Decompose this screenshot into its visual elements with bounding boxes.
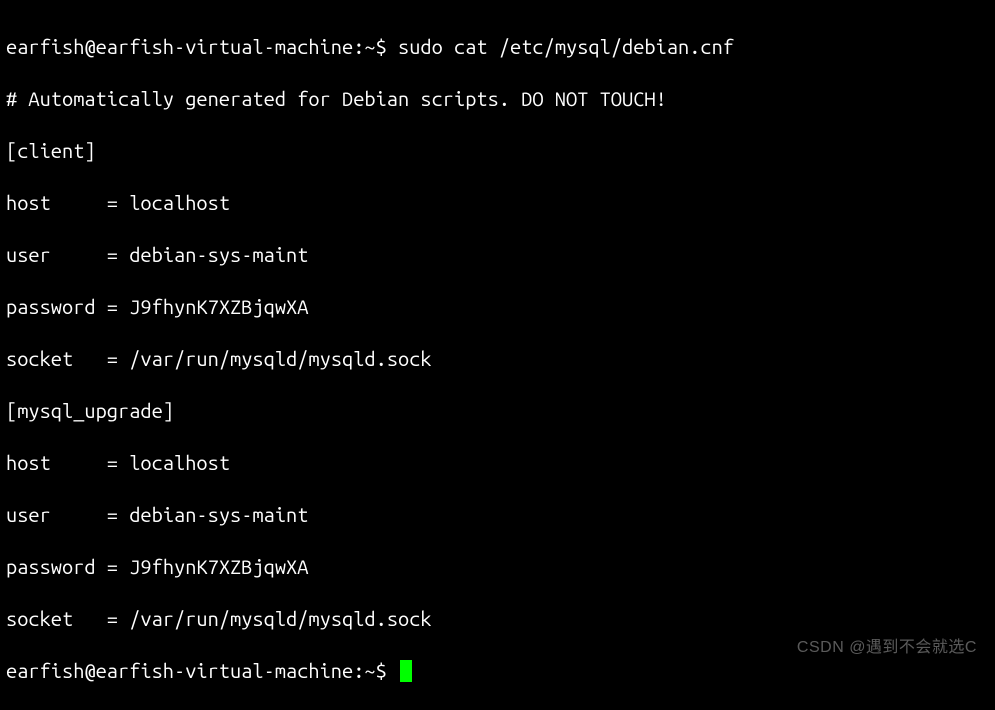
config-value: J9fhynK7XZBjqwXA — [129, 555, 308, 578]
config-value: /var/run/mysqld/mysqld.sock — [129, 607, 431, 630]
config-value: /var/run/mysqld/mysqld.sock — [129, 347, 431, 370]
config-key: password — [6, 555, 96, 578]
prompt-line-1: earfish@earfish-virtual-machine:~$ sudo … — [6, 34, 989, 60]
prompt-colon: : — [353, 659, 364, 682]
prompt-path: ~ — [364, 35, 375, 58]
cursor-icon — [400, 660, 412, 682]
prompt-path: ~ — [364, 659, 375, 682]
config-entry: socket = /var/run/mysqld/mysqld.sock — [6, 606, 989, 632]
config-entry: password = J9fhynK7XZBjqwXA — [6, 294, 989, 320]
config-entry: password = J9fhynK7XZBjqwXA — [6, 554, 989, 580]
prompt-line-2[interactable]: earfish@earfish-virtual-machine:~$ — [6, 658, 989, 684]
config-value: localhost — [129, 191, 230, 214]
prompt-symbol: $ — [376, 35, 387, 58]
config-key: host — [6, 191, 96, 214]
watermark-text: CSDN @遇到不会就选C — [797, 638, 977, 659]
config-key: host — [6, 451, 96, 474]
config-entry: user = debian-sys-maint — [6, 242, 989, 268]
config-value: J9fhynK7XZBjqwXA — [129, 295, 308, 318]
config-key: socket — [6, 347, 96, 370]
prompt-colon: : — [353, 35, 364, 58]
config-entry: socket = /var/run/mysqld/mysqld.sock — [6, 346, 989, 372]
terminal-output[interactable]: earfish@earfish-virtual-machine:~$ sudo … — [6, 8, 989, 710]
config-key: user — [6, 243, 96, 266]
config-value: localhost — [129, 451, 230, 474]
config-entry: host = localhost — [6, 190, 989, 216]
prompt-user-host: earfish@earfish-virtual-machine — [6, 35, 353, 58]
file-comment: # Automatically generated for Debian scr… — [6, 86, 989, 112]
section-header-client: [client] — [6, 138, 989, 164]
prompt-user-host: earfish@earfish-virtual-machine — [6, 659, 353, 682]
config-key: socket — [6, 607, 96, 630]
config-key: user — [6, 503, 96, 526]
prompt-symbol: $ — [376, 659, 387, 682]
section-header-mysql-upgrade: [mysql_upgrade] — [6, 398, 989, 424]
config-entry: user = debian-sys-maint — [6, 502, 989, 528]
config-entry: host = localhost — [6, 450, 989, 476]
config-key: password — [6, 295, 96, 318]
config-value: debian-sys-maint — [129, 503, 308, 526]
config-value: debian-sys-maint — [129, 243, 308, 266]
command-text: sudo cat /etc/mysql/debian.cnf — [398, 35, 734, 58]
